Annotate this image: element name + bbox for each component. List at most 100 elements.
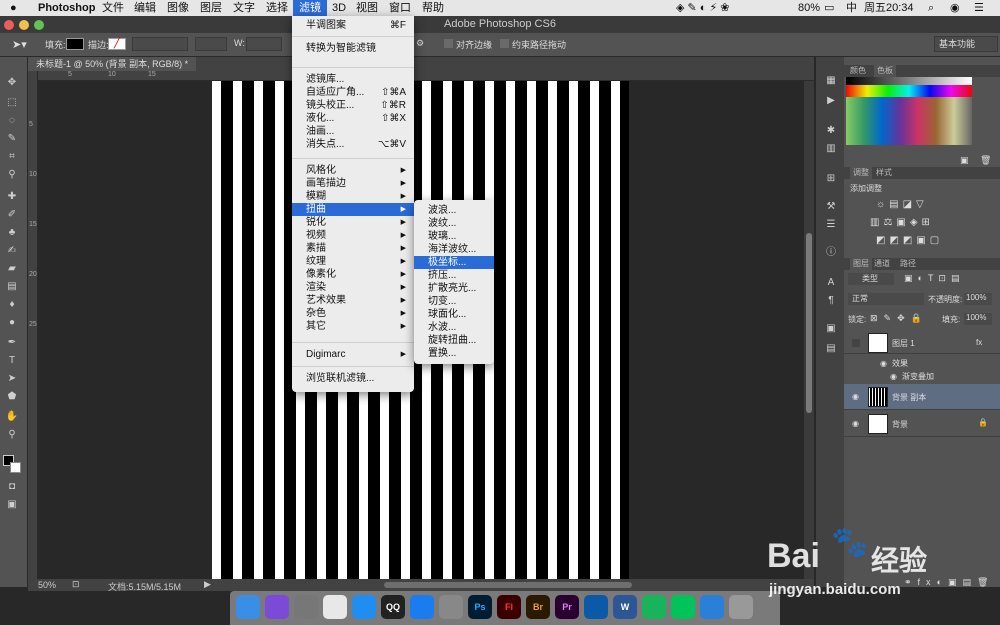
workspace-select[interactable]: 基本功能 bbox=[934, 36, 998, 52]
distort-submenu-item[interactable]: 挤压... bbox=[414, 269, 494, 282]
lasso-tool-icon[interactable]: ◌ bbox=[5, 115, 19, 127]
stroke-width-field[interactable] bbox=[132, 37, 188, 51]
menu-view[interactable]: 视图 bbox=[350, 0, 384, 16]
layer-row-selected[interactable]: ◉ 背景 副本 bbox=[844, 384, 1000, 410]
menu-help[interactable]: 帮助 bbox=[416, 0, 450, 16]
filter-menu-item[interactable]: 自适应广角... ⇧⌘A bbox=[292, 86, 414, 99]
filter-menu-item[interactable]: Digimarc ▶ bbox=[292, 348, 414, 361]
distort-submenu-item[interactable]: 切变... bbox=[414, 295, 494, 308]
dock-icon[interactable] bbox=[294, 595, 318, 619]
filter-menu-item[interactable]: 滤镜库... bbox=[292, 73, 414, 86]
dock-icon[interactable]: Br bbox=[526, 595, 550, 619]
dock-icon[interactable] bbox=[671, 595, 695, 619]
dock-icon[interactable] bbox=[584, 595, 608, 619]
filter-menu-item[interactable]: 艺术效果 ▶ bbox=[292, 294, 414, 307]
clock[interactable]: 周五20:34 bbox=[858, 0, 920, 16]
dock-icon[interactable]: W bbox=[613, 595, 637, 619]
filter-menu-item[interactable]: 渲染 ▶ bbox=[292, 281, 414, 294]
dock-icon[interactable]: Ps bbox=[468, 595, 492, 619]
marquee-tool-icon[interactable]: ⬚ bbox=[5, 97, 19, 109]
distort-submenu-item[interactable]: 置换... bbox=[414, 347, 494, 360]
new-swatch-icon[interactable]: ▣ bbox=[960, 155, 969, 166]
quick-mask-icon[interactable]: ◘ bbox=[5, 481, 19, 493]
effect-visibility-icon[interactable]: ◉ bbox=[880, 359, 887, 368]
stamp-tool-icon[interactable]: ♣ bbox=[5, 227, 19, 239]
eraser-tool-icon[interactable]: ▰ bbox=[5, 263, 19, 275]
blend-mode-select[interactable]: 正常 bbox=[848, 293, 924, 305]
menu-app[interactable]: Photoshop bbox=[32, 0, 101, 16]
hand-tool-icon[interactable]: ✋ bbox=[5, 411, 19, 423]
menu-type[interactable]: 文字 bbox=[227, 0, 261, 16]
constrain-checkbox[interactable] bbox=[500, 39, 509, 48]
filter-menu-item[interactable]: 模糊 ▶ bbox=[292, 190, 414, 203]
dock-icon[interactable] bbox=[642, 595, 666, 619]
menu-window[interactable]: 窗口 bbox=[383, 0, 417, 16]
tab-styles[interactable]: 样式 bbox=[876, 167, 892, 179]
dock-icon[interactable] bbox=[729, 595, 753, 619]
gradient-overlay-row[interactable]: ◉ 渐变叠加 bbox=[844, 370, 1000, 382]
filter-menu-item[interactable]: 风格化 ▶ bbox=[292, 164, 414, 177]
pen-tool-icon[interactable]: ✒ bbox=[5, 337, 19, 349]
tab-channels[interactable]: 通道 bbox=[874, 258, 890, 270]
menu-file[interactable]: 文件 bbox=[96, 0, 130, 16]
scroll-thumb[interactable] bbox=[806, 233, 812, 413]
layer-filter-select[interactable]: 类型 bbox=[848, 273, 894, 285]
gear-icon[interactable]: ⚙ bbox=[416, 38, 424, 49]
distort-submenu-item[interactable]: 玻璃... bbox=[414, 230, 494, 243]
notes-icon[interactable]: ▤ bbox=[824, 343, 838, 355]
filter-menu-item[interactable]: 扭曲 ▶ bbox=[292, 203, 414, 216]
status-icons[interactable]: ◈ ✎ ◐ ⚡ ❀ bbox=[670, 0, 736, 16]
stroke-type-select[interactable] bbox=[195, 37, 227, 51]
menu-filter[interactable]: 滤镜 bbox=[293, 0, 327, 16]
menu-select[interactable]: 选择 bbox=[260, 0, 294, 16]
stroke-swatch[interactable]: ╱ bbox=[108, 38, 126, 50]
screen-mode-icon[interactable]: ▣ bbox=[5, 499, 19, 511]
dock-icon[interactable]: QQ bbox=[381, 595, 405, 619]
clone-source-icon[interactable]: ⊞ bbox=[824, 173, 838, 185]
path-select-tool-icon[interactable]: ➤ bbox=[5, 373, 19, 385]
eyedropper-tool-icon[interactable]: ⚲ bbox=[5, 169, 19, 181]
tab-color[interactable]: 颜色 bbox=[850, 65, 866, 77]
eye-icon[interactable]: ◉ bbox=[852, 392, 859, 401]
tab-paths[interactable]: 路径 bbox=[900, 258, 916, 270]
opacity-field[interactable]: 100% bbox=[964, 293, 992, 305]
filter-menu-item[interactable]: 浏览联机滤镜... bbox=[292, 372, 414, 385]
dodge-tool-icon[interactable]: ● bbox=[5, 317, 19, 329]
trash-icon[interactable]: 🗑 bbox=[980, 155, 991, 166]
visibility-toggle[interactable] bbox=[852, 339, 860, 347]
distort-submenu-item[interactable]: 扩散亮光... bbox=[414, 282, 494, 295]
filter-menu-item[interactable]: 纹理 ▶ bbox=[292, 255, 414, 268]
filter-menu-item[interactable]: 油画... bbox=[292, 125, 414, 138]
layer-comps-icon[interactable]: ▣ bbox=[824, 323, 838, 335]
fill-swatch[interactable] bbox=[66, 38, 84, 50]
layer-row[interactable]: 图层 1 fx bbox=[844, 330, 1000, 354]
battery-icon[interactable]: ▭ bbox=[818, 0, 840, 16]
swatch-grays[interactable] bbox=[846, 77, 972, 85]
eye-icon[interactable]: ◉ bbox=[852, 419, 859, 428]
history-brush-tool-icon[interactable]: ✍ bbox=[5, 245, 19, 257]
character-panel-icon[interactable]: A bbox=[824, 277, 838, 289]
dock-icon[interactable] bbox=[352, 595, 376, 619]
tool-presets-icon[interactable]: ⚒ bbox=[824, 201, 838, 213]
lock-icons[interactable]: ⊠✎✥🔒 bbox=[870, 313, 928, 324]
dock-icon[interactable]: Pr bbox=[555, 595, 579, 619]
minimize-icon[interactable] bbox=[19, 20, 29, 30]
brush-settings-icon[interactable]: ✱ bbox=[824, 125, 838, 137]
close-icon[interactable] bbox=[4, 20, 14, 30]
filter-menu-item[interactable]: 杂色 ▶ bbox=[292, 307, 414, 320]
background-color-swatch[interactable] bbox=[10, 462, 21, 473]
horizontal-scrollbar[interactable] bbox=[384, 582, 632, 588]
healing-tool-icon[interactable]: ✚ bbox=[5, 191, 19, 203]
shape-tool-icon[interactable]: ⬟ bbox=[5, 391, 19, 403]
crop-tool-icon[interactable]: ⌗ bbox=[5, 151, 19, 163]
menu-image[interactable]: 图像 bbox=[161, 0, 195, 16]
type-tool-icon[interactable]: T bbox=[5, 355, 19, 367]
menu-3d[interactable]: 3D bbox=[326, 0, 352, 16]
siri-icon[interactable]: ◉ bbox=[944, 0, 966, 16]
effect-visibility-icon[interactable]: ◉ bbox=[890, 372, 897, 381]
zoom-icon[interactable] bbox=[34, 20, 44, 30]
distort-submenu-item[interactable]: 海洋波纹... bbox=[414, 243, 494, 256]
filter-menu-item[interactable]: 画笔描边 ▶ bbox=[292, 177, 414, 190]
document-tab[interactable]: 未标题-1 @ 50% (背景 副本, RGB/8) * bbox=[28, 57, 197, 71]
paragraph-panel-icon[interactable]: ¶ bbox=[824, 295, 838, 307]
